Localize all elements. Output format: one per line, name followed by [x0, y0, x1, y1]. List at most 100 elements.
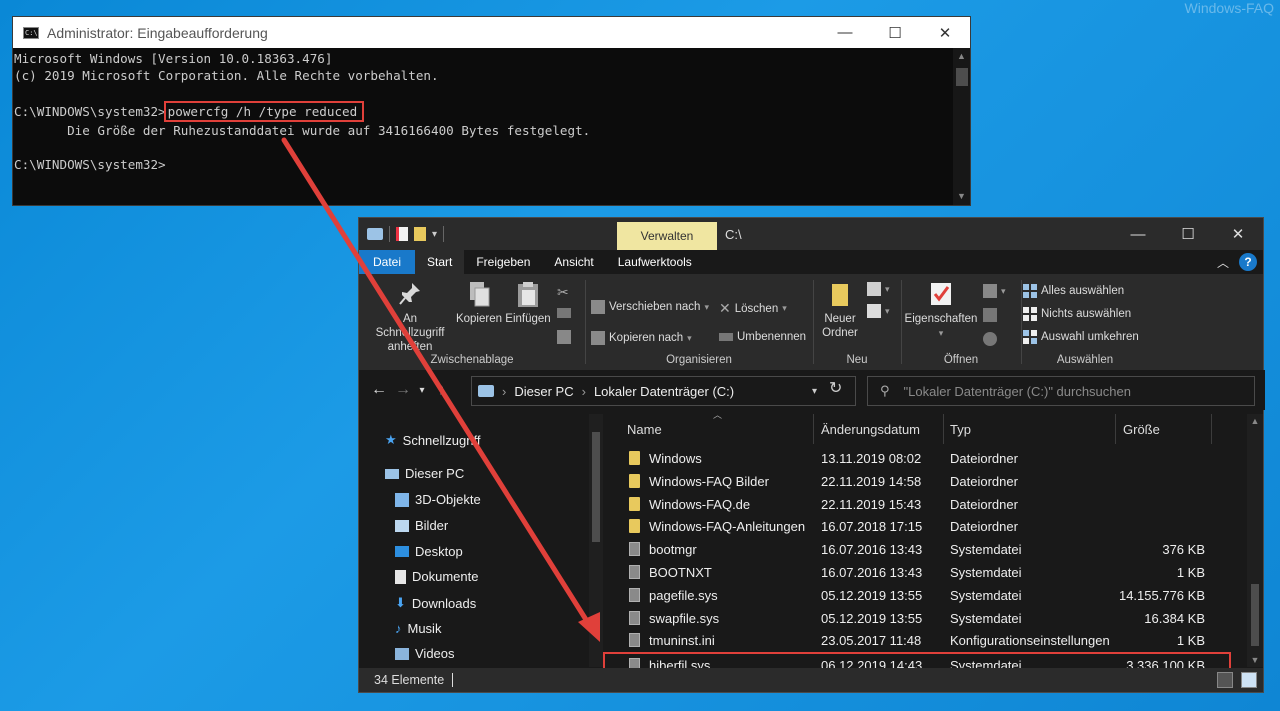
table-row[interactable]: Windows-FAQ Bilder 22.11.2019 14:58 Dateio… [607, 470, 1247, 493]
table-row[interactable]: pagefile.sys 05.12.2019 13:55 Systemdatei 1… [607, 584, 1247, 607]
move-to-button[interactable]: Verschieben nach ▾ [591, 300, 709, 314]
properties-button[interactable]: Eigenschaften ▾ [903, 280, 979, 340]
nav-item-dieser-pc[interactable]: Dieser PC [385, 466, 464, 481]
qa-dropdown-icon[interactable]: ▾ [432, 229, 437, 240]
large-icons-view-icon[interactable] [1241, 672, 1257, 688]
properties-icon[interactable] [396, 227, 408, 241]
cell-size: 16.384 KB [1144, 610, 1205, 626]
details-view-icon[interactable] [1217, 672, 1233, 688]
column-date[interactable]: Änderungsdatum [821, 414, 920, 444]
paste-button[interactable]: Einfügen [503, 280, 553, 326]
cell-size: 376 KB [1162, 542, 1205, 558]
help-icon[interactable]: ? [1239, 253, 1257, 271]
select-all-button[interactable]: Alles auswählen [1023, 284, 1124, 298]
cell-date: 16.07.2018 17:15 [821, 519, 923, 535]
rename-button[interactable]: Umbenennen [719, 331, 806, 343]
address-dropdown-icon[interactable]: ▾ [812, 386, 817, 397]
scroll-down-icon[interactable]: ▼ [1247, 655, 1263, 665]
edit-icon[interactable] [983, 308, 997, 322]
back-arrow-icon[interactable]: ← [367, 381, 391, 399]
table-row[interactable]: tmuninst.ini 23.05.2017 11:48 Konfiguratio… [607, 629, 1247, 652]
scroll-thumb[interactable] [1251, 584, 1259, 646]
scroll-up-icon[interactable]: ▲ [1247, 416, 1263, 426]
tab-freigeben[interactable]: Freigeben [464, 250, 542, 274]
breadcrumb-dieser-pc[interactable]: Dieser PC [514, 384, 573, 399]
navigation-bar: ← → ▾ ↑ › Dieser PC › Lokaler Datenträge… [359, 370, 1265, 410]
close-button[interactable]: ✕ [1213, 218, 1263, 250]
maximize-button[interactable]: ☐ [1163, 218, 1213, 250]
group-label: Organisieren [666, 354, 732, 366]
nav-scrollbar[interactable] [589, 414, 603, 667]
nav-item-bilder[interactable]: Bilder [395, 518, 448, 533]
close-button[interactable]: ✕ [920, 17, 970, 48]
refresh-icon[interactable]: ↻ [829, 378, 842, 398]
minimize-button[interactable]: — [1113, 218, 1163, 250]
nav-item-desktop[interactable]: Desktop [395, 544, 463, 559]
cell-name: bootmgr [649, 542, 697, 558]
column-type[interactable]: Typ [950, 414, 971, 444]
scroll-thumb[interactable] [956, 68, 968, 86]
tab-laufwerktools[interactable]: Laufwerktools [606, 250, 704, 274]
move-icon [591, 300, 605, 314]
tab-datei[interactable]: Datei [359, 250, 415, 274]
search-input[interactable]: ⚲ "Lokaler Datenträger (C:)" durchsuchen [867, 376, 1255, 406]
delete-button[interactable]: ✕ Löschen ▾ [719, 300, 787, 317]
table-row[interactable]: swapfile.sys 05.12.2019 13:55 Systemdatei 1… [607, 607, 1247, 630]
copy-to-button[interactable]: Kopieren nach ▾ [591, 331, 692, 345]
easy-access-icon[interactable]: ▾ [867, 304, 890, 318]
table-row[interactable]: Windows-FAQ-Anleitungen 16.07.2018 17:15 D… [607, 515, 1247, 538]
file-list: Name ︿ Änderungsdatum Typ Größe Windows 1… [603, 410, 1247, 676]
nav-item-downloads[interactable]: ⬇ Downloads [395, 595, 476, 611]
cut-icon[interactable]: ✂ [557, 284, 569, 301]
nav-item-videos[interactable]: Videos [395, 646, 455, 661]
open-icon[interactable]: ▾ [983, 284, 1006, 298]
group-auswaehlen: Alles auswählen Nichts auswählen Auswahl… [1023, 274, 1147, 370]
history-icon[interactable] [983, 332, 997, 346]
pin-quickaccess-button[interactable]: An Schnellzugriff anheften [365, 280, 455, 354]
minimize-button[interactable]: — [820, 17, 870, 48]
copy-path-icon[interactable] [557, 308, 571, 318]
invert-selection-icon [1023, 330, 1037, 344]
select-none-button[interactable]: Nichts auswählen [1023, 307, 1131, 321]
cmd-line: Die Größe der Ruhezustanddatei wurde auf… [14, 123, 591, 138]
invert-selection-button[interactable]: Auswahl umkehren [1023, 330, 1139, 344]
nav-item-dokumente[interactable]: Dokumente [395, 569, 478, 584]
collapse-ribbon-icon[interactable]: ︿ [1217, 254, 1229, 271]
system-file-icon [629, 587, 640, 602]
cmd-console[interactable]: Microsoft Windows [Version 10.0.18363.47… [13, 48, 953, 205]
recent-dropdown-icon[interactable]: ▾ [415, 385, 429, 396]
table-row[interactable]: bootmgr 16.07.2016 13:43 Systemdatei 376 KB [607, 538, 1247, 561]
scroll-thumb[interactable] [592, 432, 600, 542]
scroll-down-icon[interactable]: ▼ [953, 188, 970, 205]
breadcrumb-drive[interactable]: Lokaler Datenträger (C:) [594, 384, 734, 399]
file-list-scrollbar[interactable]: ▲ ▼ [1247, 414, 1263, 667]
table-row[interactable]: BOOTNXT 16.07.2016 13:43 Systemdatei 1 KB [607, 561, 1247, 584]
nav-item-3d-objekte[interactable]: 3D-Objekte [395, 492, 481, 507]
cmd-titlebar[interactable]: C:\ Administrator: Eingabeaufforderung —… [13, 17, 970, 48]
table-row[interactable]: Windows 13.11.2019 08:02 Dateiordner [607, 447, 1247, 470]
star-icon: ★ [385, 432, 397, 447]
maximize-button[interactable]: ☐ [870, 17, 920, 48]
column-size[interactable]: Größe [1123, 414, 1160, 444]
new-folder-icon[interactable] [414, 227, 426, 241]
table-row[interactable]: Windows-FAQ.de 22.11.2019 15:43 Dateiordne… [607, 493, 1247, 516]
cmd-scrollbar[interactable]: ▲ ▼ [953, 48, 970, 205]
column-name[interactable]: Name [627, 414, 662, 444]
nav-item-musik[interactable]: ♪ Musik [395, 621, 441, 636]
new-item-icon[interactable]: ▾ [867, 282, 890, 296]
context-tab-verwalten[interactable]: Verwalten [617, 222, 717, 250]
drive-icon [367, 228, 383, 240]
copy-button[interactable]: Kopieren [455, 280, 503, 326]
cell-date: 16.07.2016 13:43 [821, 542, 923, 558]
paste-shortcut-icon[interactable] [557, 330, 571, 344]
explorer-titlebar[interactable]: ▾ Verwalten C:\ — ☐ ✕ [359, 218, 1263, 250]
up-arrow-icon[interactable]: ↑ [429, 381, 453, 399]
scroll-up-icon[interactable]: ▲ [953, 48, 970, 65]
tab-start[interactable]: Start [415, 250, 465, 274]
forward-arrow-icon[interactable]: → [391, 381, 415, 399]
new-folder-button[interactable]: Neuer Ordner [819, 280, 861, 340]
tab-ansicht[interactable]: Ansicht [542, 250, 605, 274]
nav-item-schnellzugriff[interactable]: ★ Schnellzugriff [385, 432, 480, 448]
address-bar[interactable]: › Dieser PC › Lokaler Datenträger (C:) ▾ [471, 376, 856, 406]
explorer-window: ▾ Verwalten C:\ — ☐ ✕ Datei Start Freige… [358, 217, 1265, 693]
